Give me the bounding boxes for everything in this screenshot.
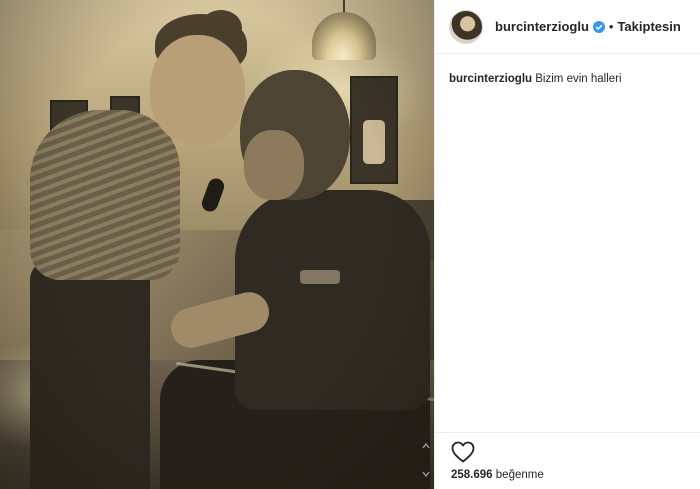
post-header: burcinterzioglu • Takiptesin	[435, 0, 700, 54]
scroll-chevron-icon[interactable]	[420, 440, 432, 480]
likes-number: 258.696	[451, 469, 493, 481]
photo-vignette	[0, 0, 434, 489]
heart-icon[interactable]	[451, 441, 475, 463]
likes-count-link[interactable]: 258.696 beğenme	[451, 469, 544, 481]
post-sidebar: burcinterzioglu • Takiptesin burcinterzi…	[434, 0, 700, 489]
avatar[interactable]	[449, 9, 483, 44]
post-photo[interactable]	[0, 0, 434, 489]
separator-dot: •	[608, 19, 614, 34]
instagram-post: burcinterzioglu • Takiptesin burcinterzi…	[0, 0, 700, 489]
caption-username-link[interactable]: burcinterzioglu	[449, 73, 532, 85]
verified-badge-icon	[592, 20, 605, 33]
post-caption: burcinterzioglu Bizim evin halleri	[449, 72, 689, 87]
username-link[interactable]: burcinterzioglu	[495, 19, 589, 34]
likes-label: beğenme	[495, 469, 544, 481]
following-button[interactable]: Takiptesin	[617, 19, 680, 34]
caption-text: Bizim evin halleri	[535, 73, 622, 85]
post-actions: 258.696 beğenme	[435, 432, 700, 489]
